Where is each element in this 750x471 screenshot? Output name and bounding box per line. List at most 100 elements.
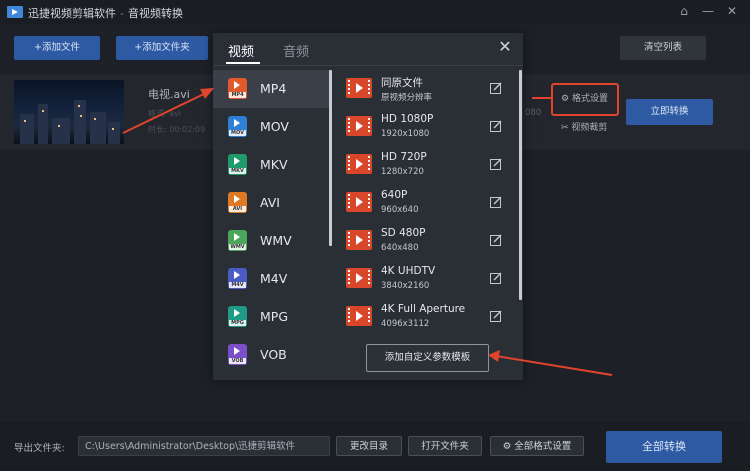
format-tag: VOB [229, 358, 246, 364]
home-icon[interactable]: ⌂ [676, 3, 692, 19]
preset-name: 4K Full Aperture [381, 303, 466, 315]
preset-name: 4K UHDTV [381, 265, 436, 277]
clear-list-button[interactable]: 清空列表 [620, 36, 706, 60]
video-preset-icon [346, 230, 372, 250]
add-file-button[interactable]: +添加文件 [14, 36, 100, 60]
format-tag: M4V [229, 282, 246, 288]
output-path-field[interactable]: C:\Users\Administrator\Desktop\迅捷剪辑软件 [78, 436, 330, 456]
format-item-mkv[interactable]: MKV MKV [213, 146, 331, 184]
preset-item[interactable]: 640P 960x640 [333, 184, 518, 222]
m4v-format-icon: M4V [228, 268, 247, 289]
preset-name: SD 480P [381, 227, 426, 239]
edit-icon[interactable] [489, 157, 503, 171]
format-name: M4V [260, 271, 288, 286]
preset-item[interactable]: HD 720P 1280x720 [333, 146, 518, 184]
add-custom-template-button[interactable]: 添加自定义参数模板 [366, 344, 489, 372]
edit-icon[interactable] [489, 119, 503, 133]
format-item-mpg[interactable]: MPG MPG [213, 298, 331, 336]
mkv-format-icon: MKV [228, 154, 247, 175]
change-dir-button[interactable]: 更改目录 [336, 436, 402, 456]
video-preset-icon [346, 154, 372, 174]
video-preset-icon [346, 78, 372, 98]
active-tab-indicator [226, 62, 260, 64]
convert-now-button[interactable]: 立即转换 [626, 99, 713, 125]
tab-audio[interactable]: 音频 [283, 41, 309, 60]
convert-all-button[interactable]: 全部转换 [606, 431, 722, 463]
format-settings-button[interactable]: ⚙ 格式设置 [561, 91, 608, 104]
preset-item[interactable]: SD 480P 640x480 [333, 222, 518, 260]
video-preset-icon [346, 116, 372, 136]
preset-list-scrollbar[interactable] [519, 70, 522, 300]
format-item-mp4[interactable]: MP4 MP4 [213, 70, 331, 108]
format-name: AVI [260, 195, 280, 210]
preset-item[interactable]: HD 1080P 1920x1080 [333, 108, 518, 146]
format-name: WMV [260, 233, 292, 248]
preset-item[interactable]: 4K UHDTV 3840x2160 [333, 260, 518, 298]
edit-icon[interactable] [489, 81, 503, 95]
video-preset-icon [346, 268, 372, 288]
app-logo-icon [7, 6, 23, 18]
format-item-m4v[interactable]: M4V M4V [213, 260, 331, 298]
wmv-format-icon: WMV [228, 230, 247, 251]
preset-item[interactable]: 4K Full Aperture 4096x3112 [333, 298, 518, 336]
format-tag: MKV [229, 168, 246, 174]
mp4-format-icon: MP4 [228, 78, 247, 99]
edit-icon[interactable] [489, 195, 503, 209]
tab-video[interactable]: 视频 [228, 41, 254, 60]
preset-resolution: 1280x720 [381, 167, 424, 177]
file-meta-format: 格式: avi [148, 109, 182, 118]
format-list-scrollbar[interactable] [329, 70, 332, 246]
vob-format-icon: VOB [228, 344, 247, 365]
gear-icon: ⚙ [561, 94, 570, 104]
mpg-format-icon: MPG [228, 306, 247, 327]
file-meta-duration: 时长: 00:02:09 [148, 125, 206, 134]
dialog-close-icon[interactable]: ✕ [496, 38, 514, 56]
add-folder-button[interactable]: +添加文件夹 [116, 36, 208, 60]
scissors-icon: ✂ [561, 123, 569, 133]
preset-resolution: 1920x1080 [381, 129, 430, 139]
format-tag: AVI [229, 206, 246, 212]
preset-resolution: 原视频分辨率 [381, 93, 433, 103]
format-tag: MPG [229, 320, 246, 326]
mov-format-icon: MOV [228, 116, 247, 137]
format-name: MPG [260, 309, 289, 324]
format-item-vob[interactable]: VOB VOB [213, 336, 331, 374]
edit-icon[interactable] [489, 233, 503, 247]
title-separator: - [120, 7, 124, 20]
preset-resolution: 4096x3112 [381, 319, 430, 329]
avi-format-icon: AVI [228, 192, 247, 213]
close-icon[interactable]: ✕ [724, 3, 740, 19]
open-folder-button[interactable]: 打开文件夹 [408, 436, 482, 456]
format-name: VOB [260, 347, 287, 362]
format-name: MOV [260, 119, 289, 134]
video-preset-icon [346, 192, 372, 212]
edit-icon[interactable] [489, 309, 503, 323]
format-item-avi[interactable]: AVI AVI [213, 184, 331, 222]
all-format-settings-button[interactable]: ⚙ 全部格式设置 [490, 436, 584, 456]
format-settings-label: 格式设置 [571, 94, 608, 104]
app-title: 迅捷视频剪辑软件 [28, 7, 116, 20]
preset-name: HD 1080P [381, 113, 434, 125]
preset-resolution: 640x480 [381, 243, 419, 253]
file-name: 电视.avi [148, 88, 190, 101]
edit-icon[interactable] [489, 271, 503, 285]
preset-resolution: 960x640 [381, 205, 419, 215]
format-tag: WMV [229, 244, 246, 250]
video-clip-label: 视频裁剪 [571, 123, 608, 133]
minimize-icon[interactable]: — [700, 3, 716, 19]
video-preset-icon [346, 306, 372, 326]
format-name: MP4 [260, 81, 287, 96]
preset-item[interactable]: 同原文件原视频分辨率 [333, 70, 518, 108]
format-name: MKV [260, 157, 288, 172]
video-clip-button[interactable]: ✂ 视频裁剪 [561, 120, 607, 133]
all-format-settings-label: 全部格式设置 [514, 441, 572, 452]
preset-resolution: 3840x2160 [381, 281, 430, 291]
file-resolution-hint: 080 [525, 108, 542, 118]
preset-name: 同原文件 [381, 77, 423, 89]
format-item-mov[interactable]: MOV MOV [213, 108, 331, 146]
format-tag: MOV [229, 130, 246, 136]
format-item-wmv[interactable]: WMV WMV [213, 222, 331, 260]
preset-name: 640P [381, 189, 408, 201]
gear-icon: ⚙ [502, 441, 512, 452]
app-subtitle: 音视频转换 [127, 7, 183, 20]
